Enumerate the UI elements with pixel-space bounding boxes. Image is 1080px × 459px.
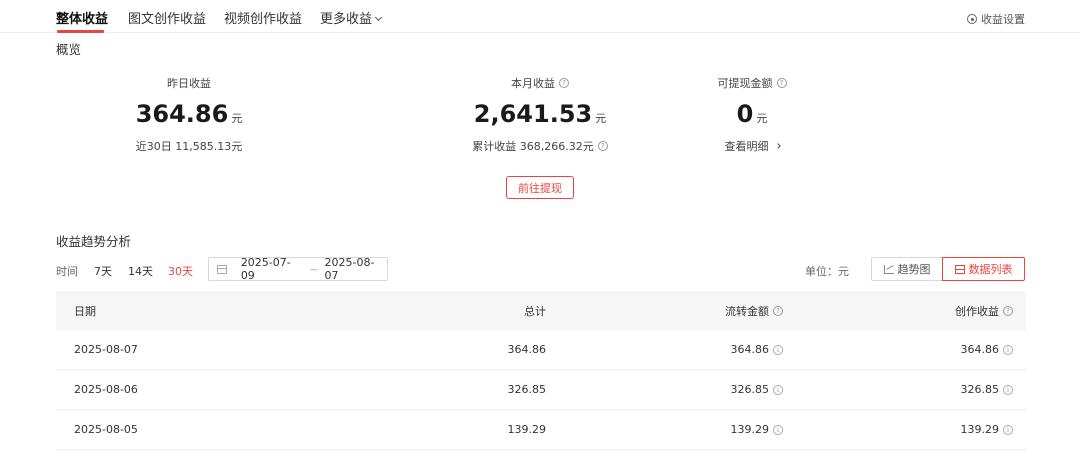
header-total: 总计 <box>524 304 546 318</box>
top-nav: 整体收益 图文创作收益 视频创作收益 更多收益 收益设置 <box>0 0 1080 33</box>
trend-title: 收益趋势分析 <box>56 234 132 249</box>
cell-total: 326.85 <box>507 383 547 396</box>
stat-yesterday-sub: 近30日 11,585.13元 <box>135 140 243 153</box>
trend-chart-icon <box>883 264 894 274</box>
table-row: 2025-08-05 139.29 139.29 i 139.29 i <box>56 410 1026 450</box>
cell-total: 364.86 <box>507 343 547 356</box>
cell-flow-amount: 364.86 <box>730 343 770 356</box>
tab-more-income-label: 更多收益 <box>320 12 373 27</box>
view-details-link[interactable]: 查看明细 <box>642 138 862 154</box>
tab-video-income[interactable]: 视频创作收益 <box>224 8 302 27</box>
stat-yesterday-label: 昨日收益 <box>167 77 211 90</box>
withdraw-button[interactable]: 前往提现 <box>506 176 574 199</box>
stat-withdrawable-unit: 元 <box>756 112 768 125</box>
info-icon[interactable]: i <box>1003 384 1013 395</box>
info-icon[interactable]: i <box>773 424 783 435</box>
table-row: 2025-08-07 364.86 364.86 i 364.86 i <box>56 330 1026 370</box>
question-icon[interactable]: ? <box>597 141 608 151</box>
date-range-picker[interactable]: 2025-07-09 ~ 2025-08-07 <box>208 256 388 282</box>
cell-creation-income: 364.86 <box>960 343 1000 356</box>
question-icon[interactable]: ? <box>1003 305 1013 316</box>
range-14d[interactable]: 14天 <box>128 263 153 279</box>
question-icon[interactable]: ? <box>773 305 783 316</box>
stat-yesterday-value: 364.86 <box>135 100 229 128</box>
active-tab-indicator <box>57 30 104 33</box>
date-start: 2025-07-09 <box>240 256 291 282</box>
calendar-icon <box>217 264 227 274</box>
date-separator: ~ <box>309 262 319 276</box>
tab-overall-income[interactable]: 整体收益 <box>56 8 108 27</box>
stat-withdrawable-value: 0 <box>736 100 754 128</box>
cell-total: 139.29 <box>507 423 547 436</box>
stat-month-unit: 元 <box>595 112 607 125</box>
header-flow-amount: 流转金额 <box>725 304 769 318</box>
info-icon[interactable]: i <box>773 384 783 395</box>
stat-month-value: 2,641.53 <box>473 100 593 128</box>
question-icon[interactable]: ? <box>776 78 787 88</box>
cell-date: 2025-08-06 <box>74 383 138 396</box>
cell-date: 2025-08-07 <box>74 343 138 356</box>
tab-article-income[interactable]: 图文创作收益 <box>128 8 206 27</box>
chevron-down-icon <box>374 13 383 22</box>
stat-month-sub: 累计收益 368,266.32元 <box>472 140 594 153</box>
unit-label: 单位：元 <box>805 265 849 278</box>
date-end: 2025-08-07 <box>324 256 375 282</box>
time-filter-label: 时间 <box>56 265 78 278</box>
table-row: 2025-08-06 326.85 326.85 i 326.85 i <box>56 370 1026 410</box>
income-settings-label: 收益设置 <box>981 13 1025 26</box>
stat-yesterday: 昨日收益 364.86 元 近30日 11,585.13元 <box>79 75 299 154</box>
income-settings-link[interactable]: 收益设置 <box>967 11 1025 27</box>
tab-more-income[interactable]: 更多收益 <box>320 8 383 27</box>
stat-yesterday-unit: 元 <box>231 112 243 125</box>
cell-creation-income: 139.29 <box>960 423 1000 436</box>
gear-icon <box>967 14 977 24</box>
stat-this-month: 本月收益 ? 2,641.53 元 累计收益 368,266.32元 ? <box>430 75 650 154</box>
data-list-label: 数据列表 <box>968 263 1013 276</box>
info-icon[interactable]: i <box>1003 424 1013 435</box>
cell-creation-income: 326.85 <box>960 383 1000 396</box>
trend-chart-label: 趋势图 <box>897 263 931 276</box>
header-creation-income: 创作收益 <box>955 304 999 318</box>
cell-date: 2025-08-05 <box>74 423 138 436</box>
overview-title: 概览 <box>56 42 82 57</box>
info-icon[interactable]: i <box>773 344 783 355</box>
list-icon <box>954 264 965 274</box>
question-icon[interactable]: ? <box>559 78 569 88</box>
trend-chart-button[interactable]: 趋势图 <box>871 257 943 281</box>
data-list-button[interactable]: 数据列表 <box>942 257 1025 281</box>
table-header: 日期 总计 流转金额 ? 创作收益 ? <box>56 291 1026 330</box>
stat-month-label: 本月收益 <box>511 77 555 90</box>
cell-flow-amount: 326.85 <box>730 383 770 396</box>
stat-withdrawable: 可提现金额 ? 0 元 查看明细 <box>642 75 862 154</box>
info-icon[interactable]: i <box>1003 344 1013 355</box>
income-table: 日期 总计 流转金额 ? 创作收益 ? 2025-08-07 364.86 36… <box>56 291 1026 450</box>
view-details-label: 查看明细 <box>724 140 769 153</box>
cell-flow-amount: 139.29 <box>730 423 770 436</box>
range-7d[interactable]: 7天 <box>94 263 112 279</box>
header-date: 日期 <box>74 304 96 318</box>
stat-withdrawable-label: 可提现金额 <box>717 77 773 90</box>
range-30d[interactable]: 30天 <box>168 263 193 279</box>
chevron-right-icon <box>774 143 781 149</box>
